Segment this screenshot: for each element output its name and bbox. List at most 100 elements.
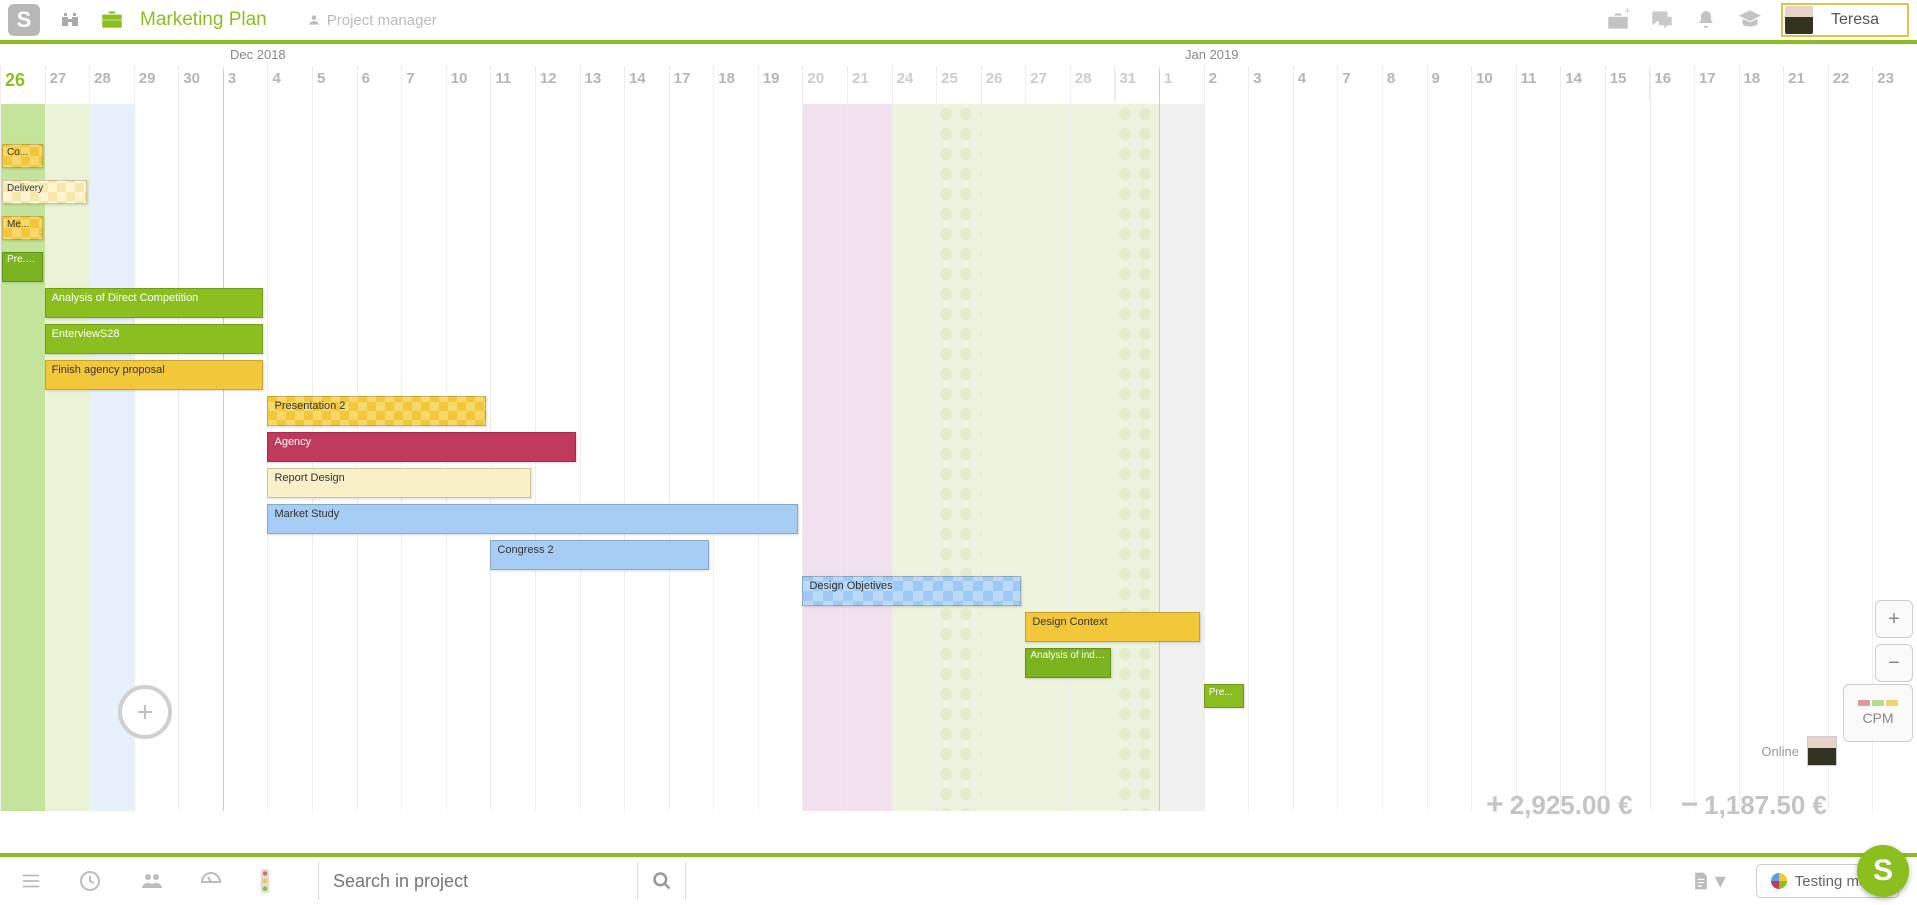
task-bar[interactable]: Report Design [267, 468, 530, 498]
briefcase-icon[interactable] [98, 6, 126, 34]
day-17[interactable]: 17 [669, 66, 714, 100]
team-icon[interactable] [138, 869, 168, 893]
app-logo-icon[interactable]: S [8, 4, 40, 36]
zoom-out-button[interactable]: − [1875, 644, 1913, 682]
day-4[interactable]: 4 [1293, 66, 1338, 100]
bell-icon[interactable] [1689, 3, 1723, 37]
task-bar[interactable]: Analysis of indirect competition [1025, 648, 1110, 678]
day-8[interactable]: 8 [1382, 66, 1427, 100]
avatar[interactable] [1807, 736, 1837, 766]
day-11[interactable]: 11 [1516, 66, 1561, 100]
column-bg [1159, 104, 1204, 811]
top-bar: S Marketing Plan Project manager + Teres… [0, 0, 1917, 44]
cpm-toggle[interactable]: CPM [1843, 684, 1913, 742]
day-17[interactable]: 17 [1694, 66, 1739, 100]
zoom-in-button[interactable]: + [1875, 600, 1913, 638]
cpm-bars-icon [1858, 700, 1898, 706]
day-3[interactable]: 3 [1248, 66, 1293, 100]
day-14[interactable]: 14 [1560, 66, 1605, 100]
task-bar[interactable]: Design Objetives [802, 576, 1021, 606]
month-label-right: Jan 2019 [1185, 47, 1239, 62]
day-9[interactable]: 9 [1427, 66, 1472, 100]
day-10[interactable]: 10 [446, 66, 491, 100]
task-bar[interactable]: Co... [2, 144, 43, 168]
day-28[interactable]: 28 [89, 66, 134, 100]
project-title[interactable]: Marketing Plan [140, 9, 267, 31]
document-menu[interactable]: ▾ [1691, 868, 1726, 894]
task-bar[interactable]: Market Study [267, 504, 798, 534]
task-bar[interactable]: Me... [2, 216, 43, 240]
task-bar[interactable]: Presentation 2 [267, 396, 486, 426]
task-bar[interactable]: Analysis of Direct Competition [45, 288, 264, 318]
total-positive: +2,925.00 € [1486, 788, 1632, 822]
day-18[interactable]: 18 [713, 66, 758, 100]
day-12[interactable]: 12 [535, 66, 580, 100]
day-16[interactable]: 16 [1649, 66, 1694, 100]
column-bg [936, 104, 981, 811]
task-bar[interactable]: Delivery [2, 180, 87, 204]
fab-button[interactable]: S [1857, 845, 1909, 897]
day-26[interactable]: 26 [981, 66, 1026, 100]
day-7[interactable]: 7 [401, 66, 446, 100]
day-31[interactable]: 31 [1114, 66, 1159, 100]
task-bar[interactable]: Pre... [1204, 684, 1245, 708]
day-13[interactable]: 13 [580, 66, 625, 100]
day-23[interactable]: 23 [1872, 66, 1917, 100]
search-input[interactable] [318, 862, 638, 900]
task-bar[interactable]: Finish agency proposal [45, 360, 264, 390]
add-briefcase-icon[interactable]: + [1601, 3, 1635, 37]
day-6[interactable]: 6 [357, 66, 402, 100]
task-bar[interactable]: EnterviewS28 [45, 324, 264, 354]
task-bar[interactable]: Agency [267, 432, 575, 462]
day-4[interactable]: 4 [267, 66, 312, 100]
clock-icon[interactable] [78, 869, 108, 893]
day-25[interactable]: 25 [936, 66, 981, 100]
day-row[interactable]: 2627282930345671011121314171819202124252… [0, 66, 1917, 100]
project-manager-label[interactable]: Project manager [307, 12, 437, 29]
traffic-light-icon[interactable] [258, 868, 288, 894]
list-view-icon[interactable] [18, 870, 48, 892]
search-button[interactable] [638, 862, 686, 900]
column-bg [1070, 104, 1115, 811]
day-21[interactable]: 21 [847, 66, 892, 100]
day-27[interactable]: 27 [1025, 66, 1070, 100]
day-20[interactable]: 20 [802, 66, 847, 100]
day-28[interactable]: 28 [1070, 66, 1115, 100]
dashboard-icon[interactable] [198, 869, 228, 893]
day-22[interactable]: 22 [1828, 66, 1873, 100]
task-bar[interactable]: Design Context [1025, 612, 1199, 642]
task-bar[interactable]: Pre... for the [2, 252, 43, 282]
day-27[interactable]: 27 [45, 66, 90, 100]
day-21[interactable]: 21 [1783, 66, 1828, 100]
total-negative: −1,187.50 € [1681, 788, 1827, 822]
day-18[interactable]: 18 [1739, 66, 1784, 100]
day-10[interactable]: 10 [1471, 66, 1516, 100]
day-5[interactable]: 5 [312, 66, 357, 100]
binoculars-icon[interactable] [56, 6, 84, 34]
day-3[interactable]: 3 [223, 66, 268, 100]
day-1[interactable]: 1 [1159, 66, 1204, 100]
day-7[interactable]: 7 [1337, 66, 1382, 100]
day-2[interactable]: 2 [1204, 66, 1249, 100]
day-29[interactable]: 29 [134, 66, 179, 100]
column-bg [981, 104, 1026, 811]
month-row: Dec 2018 Jan 2019 [0, 44, 1917, 66]
graduation-icon[interactable] [1733, 3, 1767, 37]
pie-icon [1771, 873, 1787, 889]
day-24[interactable]: 24 [892, 66, 937, 100]
column-bg [802, 104, 847, 811]
chat-icon[interactable] [1645, 3, 1679, 37]
day-11[interactable]: 11 [490, 66, 535, 100]
month-label-left: Dec 2018 [230, 47, 286, 62]
column-bg [45, 104, 90, 811]
day-26[interactable]: 26 [0, 66, 45, 100]
bottom-bar: ▾ Testing mode [0, 853, 1917, 905]
add-task-button[interactable] [118, 685, 172, 739]
task-bar[interactable]: Congress 2 [490, 540, 709, 570]
day-15[interactable]: 15 [1605, 66, 1650, 100]
day-30[interactable]: 30 [178, 66, 223, 100]
user-menu[interactable]: Teresa [1781, 3, 1909, 37]
day-14[interactable]: 14 [624, 66, 669, 100]
user-name: Teresa [1831, 11, 1879, 29]
day-19[interactable]: 19 [758, 66, 803, 100]
